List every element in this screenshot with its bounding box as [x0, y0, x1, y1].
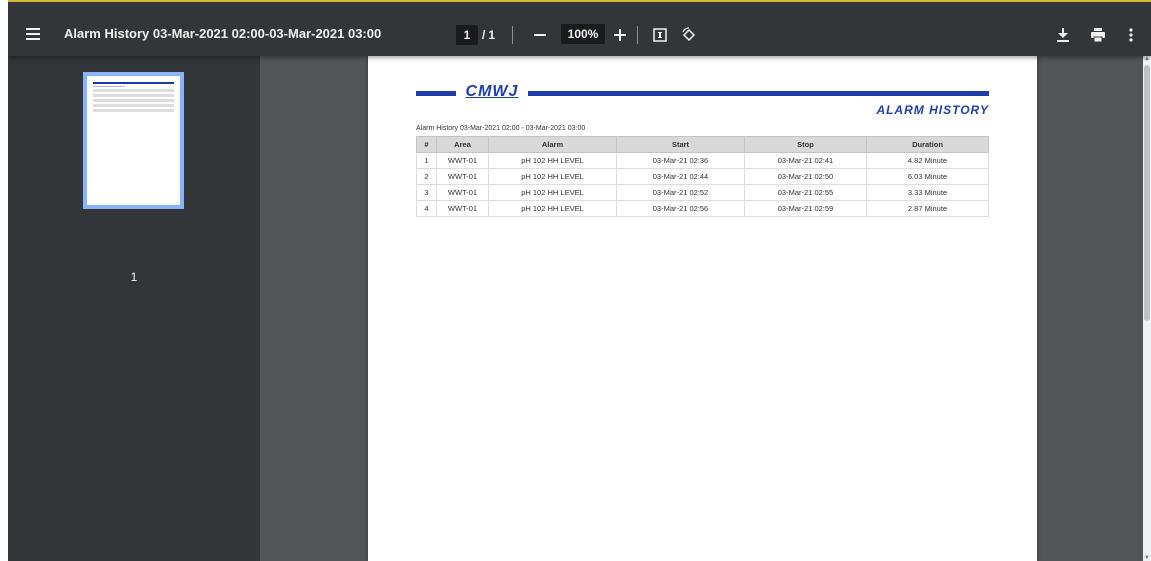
cell-start: 03-Mar-21 02:52 — [616, 184, 745, 201]
zoom-level-input[interactable]: 100% — [561, 24, 605, 44]
cell-duration: 3.33 Minute — [866, 184, 989, 201]
cell-start: 03-Mar-21 02:56 — [616, 200, 745, 217]
cell-number: 3 — [416, 184, 437, 201]
column-header-duration: Duration — [866, 136, 989, 153]
column-header-stop: Stop — [744, 136, 867, 153]
report-header-bar: CMWJ — [416, 84, 989, 100]
zoom-out-icon[interactable] — [528, 23, 552, 47]
cell-stop: 03-Mar-21 02:50 — [744, 168, 867, 185]
fit-page-icon[interactable] — [648, 23, 672, 47]
more-icon[interactable] — [1119, 23, 1143, 47]
page-total: 1 — [488, 28, 496, 42]
cell-alarm: pH 102 HH LEVEL — [488, 152, 617, 169]
print-icon[interactable] — [1086, 23, 1110, 47]
column-header-number: # — [416, 136, 437, 153]
header-rule-left — [416, 91, 456, 96]
cell-alarm: pH 102 HH LEVEL — [488, 184, 617, 201]
scroll-down-arrow-icon[interactable]: ▼ — [1144, 555, 1150, 561]
page-indicator: 1 / 1 — [456, 23, 498, 47]
cell-stop: 03-Mar-21 02:59 — [744, 200, 867, 217]
column-header-alarm: Alarm — [488, 136, 617, 153]
report-title: ALARM HISTORY — [876, 103, 989, 117]
cell-area: WWT-01 — [436, 200, 489, 217]
pdf-page: CMWJ ALARM HISTORY Alarm History 03-Mar-… — [368, 56, 1037, 561]
page-thumbnail[interactable] — [83, 72, 184, 209]
alarm-table: # Area Alarm Start Stop Duration 1 WWT-0… — [416, 136, 989, 217]
cell-alarm: pH 102 HH LEVEL — [488, 168, 617, 185]
cell-start: 03-Mar-21 02:44 — [616, 168, 745, 185]
toolbar-divider — [637, 26, 638, 44]
column-header-area: Area — [436, 136, 489, 153]
table-row: 1 WWT-01 pH 102 HH LEVEL 03-Mar-21 02:36… — [416, 152, 989, 169]
menu-icon[interactable] — [26, 28, 40, 40]
cell-area: WWT-01 — [436, 152, 489, 169]
cell-duration: 4.82 Minute — [866, 152, 989, 169]
cell-stop: 03-Mar-21 02:55 — [744, 184, 867, 201]
page-separator: / — [482, 28, 486, 42]
column-header-start: Start — [616, 136, 745, 153]
cell-duration: 6.03 Minute — [866, 168, 989, 185]
header-rule-right — [528, 91, 989, 96]
thumbnail-preview — [93, 82, 174, 114]
cell-number: 1 — [416, 152, 437, 169]
report-subtitle: Alarm History 03-Mar-2021 02:00 - 03-Mar… — [416, 125, 586, 132]
thumbnail-sidebar: 1 — [8, 56, 260, 561]
cell-number: 2 — [416, 168, 437, 185]
thumbnail-page-label: 1 — [130, 270, 138, 284]
vertical-scrollbar[interactable]: ▲ ▼ — [1143, 56, 1151, 561]
cell-alarm: pH 102 HH LEVEL — [488, 200, 617, 217]
cell-number: 4 — [416, 200, 437, 217]
rotate-icon[interactable] — [677, 23, 701, 47]
table-row: 4 WWT-01 pH 102 HH LEVEL 03-Mar-21 02:56… — [416, 200, 989, 217]
pdf-toolbar: Alarm History 03-Mar-2021 02:00-03-Mar-2… — [8, 2, 1151, 56]
scroll-thumb[interactable] — [1144, 65, 1150, 321]
company-logo: CMWJ — [456, 84, 528, 100]
cell-area: WWT-01 — [436, 184, 489, 201]
scroll-up-arrow-icon[interactable]: ▲ — [1144, 56, 1150, 62]
page-number-input[interactable]: 1 — [456, 25, 478, 45]
zoom-in-icon[interactable] — [608, 23, 632, 47]
toolbar-divider — [512, 26, 513, 44]
pdf-viewer: Alarm History 03-Mar-2021 02:00-03-Mar-2… — [8, 0, 1151, 561]
cell-area: WWT-01 — [436, 168, 489, 185]
cell-start: 03-Mar-21 02:36 — [616, 152, 745, 169]
table-row: 2 WWT-01 pH 102 HH LEVEL 03-Mar-21 02:44… — [416, 168, 989, 185]
table-header-row: # Area Alarm Start Stop Duration — [416, 136, 989, 153]
cell-duration: 2.87 Minute — [866, 200, 989, 217]
document-title: Alarm History 03-Mar-2021 02:00-03-Mar-2… — [64, 26, 382, 41]
download-icon[interactable] — [1051, 23, 1075, 47]
table-row: 3 WWT-01 pH 102 HH LEVEL 03-Mar-21 02:52… — [416, 184, 989, 201]
cell-stop: 03-Mar-21 02:41 — [744, 152, 867, 169]
